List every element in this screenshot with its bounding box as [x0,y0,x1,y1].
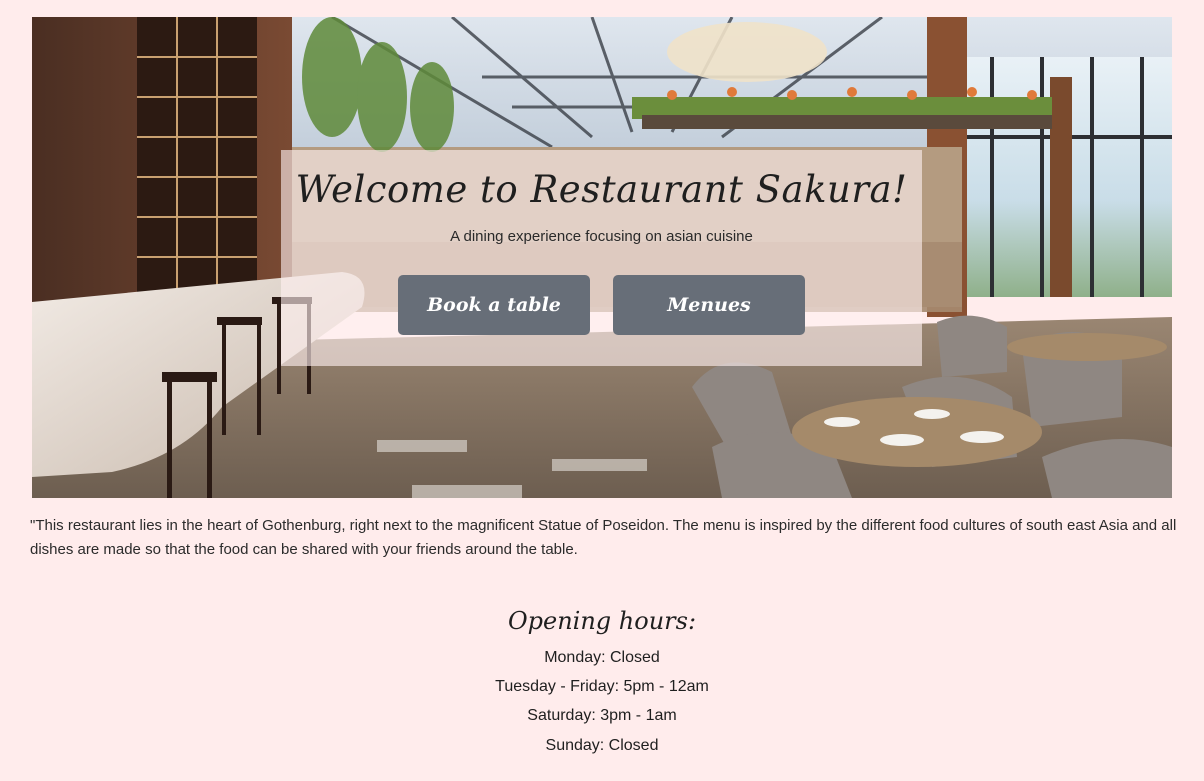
hero-section: Welcome to Restaurant Sakura! A dining e… [32,17,1172,498]
hero-title: Welcome to Restaurant Sakura! [295,168,908,211]
hero-overlay-card: Welcome to Restaurant Sakura! A dining e… [281,150,922,366]
hours-monday: Monday: Closed [544,649,660,666]
hours-sunday: Sunday: Closed [545,737,659,754]
opening-hours-title: Opening hours: [507,607,697,635]
intro-text: "This restaurant lies in the heart of Go… [30,517,1177,558]
hero-subtitle: A dining experience focusing on asian cu… [450,228,753,245]
hours-saturday: Saturday: 3pm - 1am [527,707,677,724]
book-table-button[interactable]: Book a table [398,275,590,335]
hours-tuesday-friday: Tuesday - Friday: 5pm - 12am [495,678,709,695]
menus-button[interactable]: Menues [613,275,805,335]
